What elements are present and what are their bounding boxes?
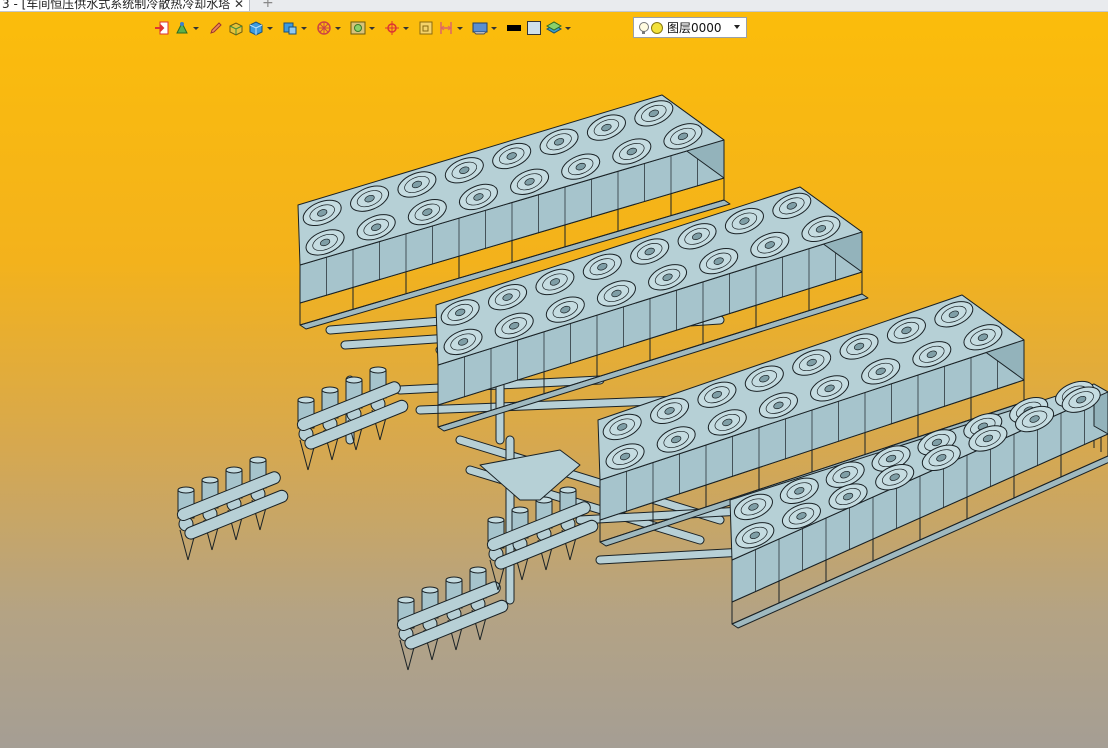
black-rect-icon[interactable] (504, 18, 524, 38)
wheel-dropdown-icon[interactable] (334, 18, 342, 38)
cube-dropdown-icon[interactable] (266, 18, 274, 38)
cube-blue-icon[interactable] (246, 18, 266, 38)
cube-blue2-icon[interactable] (280, 18, 300, 38)
measure-icon[interactable] (436, 18, 456, 38)
pencil-icon[interactable] (206, 18, 226, 38)
new-tab-button[interactable]: + (262, 0, 274, 11)
layer-color-icon (651, 21, 663, 34)
layers-dropdown-icon[interactable] (564, 18, 572, 38)
toolbar (152, 17, 572, 39)
image-icon[interactable] (348, 18, 368, 38)
pump-skid-c (396, 566, 509, 671)
close-tab-icon[interactable]: ✕ (234, 0, 244, 11)
tab-title: 3 - [车间恒压供水式系统制冷散热冷却水塔] (2, 0, 230, 11)
3d-viewport[interactable] (0, 40, 1108, 748)
gray-square-icon[interactable] (524, 18, 544, 38)
cube2-dropdown-icon[interactable] (300, 18, 308, 38)
bulb-icon[interactable] (639, 21, 649, 34)
box-green-icon[interactable] (226, 18, 246, 38)
image-dropdown-icon[interactable] (368, 18, 376, 38)
crosshair-dropdown-icon[interactable] (402, 18, 410, 38)
display-icon[interactable] (470, 18, 490, 38)
pump-skid-b (296, 366, 409, 471)
layer-dropdown-icon[interactable] (734, 25, 740, 29)
layers-icon[interactable] (544, 18, 564, 38)
display-dropdown-icon[interactable] (490, 18, 498, 38)
frame-icon[interactable] (416, 18, 436, 38)
snap-dropdown-icon[interactable] (192, 18, 200, 38)
layer-name: 图层0000 (667, 21, 722, 35)
wheel-icon[interactable] (314, 18, 334, 38)
tab-bar: 3 - [车间恒压供水式系统制冷散热冷却水塔] ✕ + (0, 0, 1108, 12)
pump-skid-d (486, 486, 599, 591)
document-tab[interactable]: 3 - [车间恒压供水式系统制冷散热冷却水塔] ✕ (0, 0, 250, 11)
cooling-system-model (176, 94, 1108, 671)
crosshair-icon[interactable] (382, 18, 402, 38)
pump-skid-a (176, 456, 289, 561)
layer-select[interactable]: 图层0000 (633, 17, 747, 38)
snap-icon[interactable] (172, 18, 192, 38)
exit-icon[interactable] (152, 18, 172, 38)
measure-dropdown-icon[interactable] (456, 18, 464, 38)
